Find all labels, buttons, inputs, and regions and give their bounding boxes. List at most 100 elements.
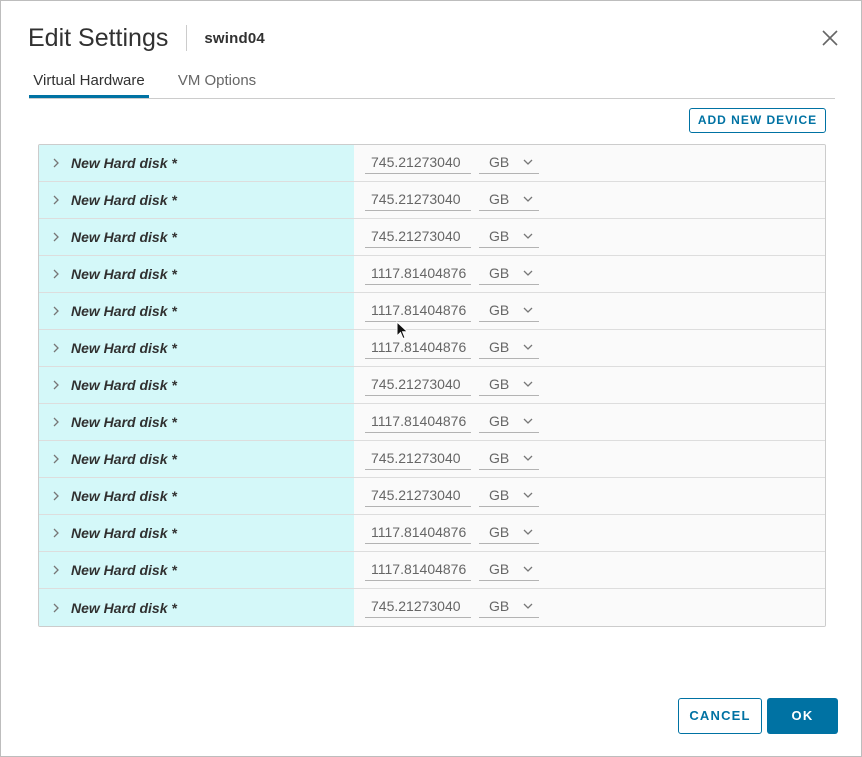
disk-unit-select[interactable]: GB bbox=[479, 262, 539, 285]
tab-bar: Virtual Hardware VM Options bbox=[29, 67, 835, 99]
disk-size-input[interactable]: 745.21273040 bbox=[365, 484, 471, 507]
disk-row: New Hard disk * 745.21273040 GB bbox=[39, 589, 825, 626]
disk-unit-select[interactable]: GB bbox=[479, 595, 539, 618]
chevron-right-icon[interactable] bbox=[52, 528, 64, 538]
disk-unit-value: GB bbox=[489, 154, 510, 170]
disk-row: New Hard disk * 745.21273040 GB bbox=[39, 182, 825, 219]
disk-size-cell: 1117.81404876 GB bbox=[354, 552, 825, 588]
disk-row-header[interactable]: New Hard disk * bbox=[39, 330, 354, 366]
disk-unit-value: GB bbox=[489, 487, 510, 503]
chevron-down-icon bbox=[523, 299, 533, 321]
disk-row: New Hard disk * 1117.81404876 GB bbox=[39, 293, 825, 330]
disk-row-header[interactable]: New Hard disk * bbox=[39, 404, 354, 440]
disk-row: New Hard disk * 745.21273040 GB bbox=[39, 441, 825, 478]
disk-row: New Hard disk * 745.21273040 GB bbox=[39, 478, 825, 515]
disk-size-input[interactable]: 745.21273040 bbox=[365, 373, 471, 396]
disk-size-cell: 1117.81404876 GB bbox=[354, 330, 825, 366]
disk-row-header[interactable]: New Hard disk * bbox=[39, 293, 354, 329]
disk-label: New Hard disk * bbox=[71, 229, 177, 245]
disk-row-header[interactable]: New Hard disk * bbox=[39, 515, 354, 551]
disk-row: New Hard disk * 745.21273040 GB bbox=[39, 367, 825, 404]
disk-unit-select[interactable]: GB bbox=[479, 225, 539, 248]
disk-size-cell: 745.21273040 GB bbox=[354, 367, 825, 403]
header-divider bbox=[186, 25, 188, 51]
hardware-table: New Hard disk * 745.21273040 GB New Hard… bbox=[38, 144, 826, 627]
disk-unit-value: GB bbox=[489, 450, 510, 466]
chevron-right-icon[interactable] bbox=[52, 454, 64, 464]
disk-row-header[interactable]: New Hard disk * bbox=[39, 256, 354, 292]
disk-row: New Hard disk * 745.21273040 GB bbox=[39, 145, 825, 182]
disk-size-cell: 745.21273040 GB bbox=[354, 182, 825, 218]
disk-row-header[interactable]: New Hard disk * bbox=[39, 145, 354, 181]
disk-unit-select[interactable]: GB bbox=[479, 558, 539, 581]
cancel-button[interactable]: CANCEL bbox=[678, 698, 762, 734]
disk-size-input[interactable]: 1117.81404876 bbox=[365, 410, 471, 433]
disk-unit-select[interactable]: GB bbox=[479, 336, 539, 359]
disk-size-input[interactable]: 1117.81404876 bbox=[365, 262, 471, 285]
disk-label: New Hard disk * bbox=[71, 303, 177, 319]
chevron-down-icon bbox=[523, 262, 533, 284]
chevron-right-icon[interactable] bbox=[52, 603, 64, 613]
disk-size-input[interactable]: 745.21273040 bbox=[365, 595, 471, 618]
disk-size-input[interactable]: 1117.81404876 bbox=[365, 299, 471, 322]
disk-unit-select[interactable]: GB bbox=[479, 410, 539, 433]
tab-vm-options[interactable]: VM Options bbox=[177, 67, 257, 95]
disk-label: New Hard disk * bbox=[71, 155, 177, 171]
chevron-down-icon bbox=[523, 373, 533, 395]
disk-unit-select[interactable]: GB bbox=[479, 484, 539, 507]
chevron-right-icon[interactable] bbox=[52, 491, 64, 501]
chevron-right-icon[interactable] bbox=[52, 417, 64, 427]
chevron-right-icon[interactable] bbox=[52, 158, 64, 168]
disk-unit-value: GB bbox=[489, 413, 510, 429]
disk-unit-select[interactable]: GB bbox=[479, 188, 539, 211]
disk-row: New Hard disk * 745.21273040 GB bbox=[39, 219, 825, 256]
disk-row-header[interactable]: New Hard disk * bbox=[39, 441, 354, 477]
disk-size-input[interactable]: 1117.81404876 bbox=[365, 336, 471, 359]
disk-unit-value: GB bbox=[489, 228, 510, 244]
disk-size-input[interactable]: 745.21273040 bbox=[365, 188, 471, 211]
chevron-right-icon[interactable] bbox=[52, 306, 64, 316]
disk-unit-select[interactable]: GB bbox=[479, 373, 539, 396]
add-new-device-button[interactable]: ADD NEW DEVICE bbox=[689, 108, 826, 133]
disk-size-cell: 745.21273040 GB bbox=[354, 441, 825, 477]
disk-label: New Hard disk * bbox=[71, 377, 177, 393]
chevron-right-icon[interactable] bbox=[52, 343, 64, 353]
disk-label: New Hard disk * bbox=[71, 340, 177, 356]
disk-unit-select[interactable]: GB bbox=[479, 521, 539, 544]
chevron-right-icon[interactable] bbox=[52, 380, 64, 390]
chevron-right-icon[interactable] bbox=[52, 565, 64, 575]
chevron-down-icon bbox=[523, 336, 533, 358]
disk-label: New Hard disk * bbox=[71, 192, 177, 208]
chevron-down-icon bbox=[523, 410, 533, 432]
tab-virtual-hardware[interactable]: Virtual Hardware bbox=[29, 67, 149, 98]
disk-row-header[interactable]: New Hard disk * bbox=[39, 182, 354, 218]
disk-row-header[interactable]: New Hard disk * bbox=[39, 552, 354, 588]
disk-row-header[interactable]: New Hard disk * bbox=[39, 589, 354, 626]
disk-size-cell: 1117.81404876 GB bbox=[354, 256, 825, 292]
chevron-right-icon[interactable] bbox=[52, 232, 64, 242]
disk-size-input[interactable]: 745.21273040 bbox=[365, 225, 471, 248]
disk-unit-value: GB bbox=[489, 339, 510, 355]
disk-row-header[interactable]: New Hard disk * bbox=[39, 478, 354, 514]
chevron-right-icon[interactable] bbox=[52, 269, 64, 279]
disk-unit-select[interactable]: GB bbox=[479, 447, 539, 470]
disk-row: New Hard disk * 1117.81404876 GB bbox=[39, 552, 825, 589]
close-icon[interactable] bbox=[819, 27, 841, 49]
disk-size-input[interactable]: 1117.81404876 bbox=[365, 521, 471, 544]
disk-row-header[interactable]: New Hard disk * bbox=[39, 367, 354, 403]
chevron-right-icon[interactable] bbox=[52, 195, 64, 205]
ok-button[interactable]: OK bbox=[767, 698, 838, 734]
disk-unit-value: GB bbox=[489, 191, 510, 207]
disk-unit-select[interactable]: GB bbox=[479, 151, 539, 174]
disk-size-input[interactable]: 745.21273040 bbox=[365, 447, 471, 470]
disk-size-input[interactable]: 745.21273040 bbox=[365, 151, 471, 174]
disk-row: New Hard disk * 1117.81404876 GB bbox=[39, 515, 825, 552]
disk-row-header[interactable]: New Hard disk * bbox=[39, 219, 354, 255]
disk-row: New Hard disk * 1117.81404876 GB bbox=[39, 404, 825, 441]
disk-size-cell: 745.21273040 GB bbox=[354, 478, 825, 514]
chevron-down-icon bbox=[523, 521, 533, 543]
disk-unit-select[interactable]: GB bbox=[479, 299, 539, 322]
disk-size-input[interactable]: 1117.81404876 bbox=[365, 558, 471, 581]
disk-label: New Hard disk * bbox=[71, 266, 177, 282]
edit-settings-dialog: Edit Settings swind04 Virtual Hardware V… bbox=[0, 0, 862, 757]
